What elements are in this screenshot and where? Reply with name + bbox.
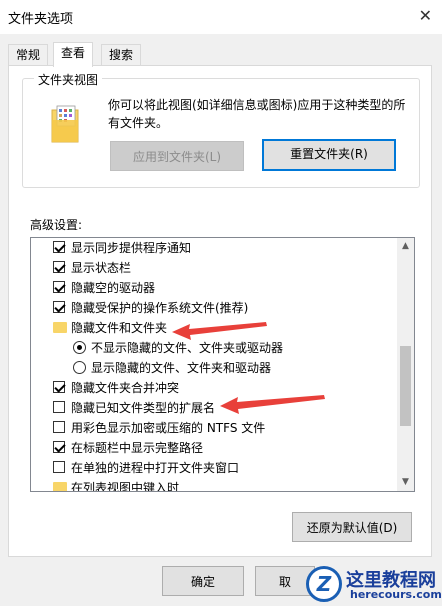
radio-button[interactable] (73, 361, 86, 374)
apply-to-folders-button[interactable]: 应用到文件夹(L) (110, 141, 244, 171)
list-item-label: 隐藏文件夹合并冲突 (71, 381, 180, 395)
restore-defaults-button[interactable]: 还原为默认值(D) (292, 512, 412, 542)
checkbox[interactable] (53, 281, 65, 293)
watermark-logo-icon: Z (306, 566, 342, 602)
checkbox[interactable] (53, 441, 65, 453)
list-item-label: 在单独的进程中打开文件夹窗口 (71, 461, 240, 475)
folder-views-legend: 文件夹视图 (34, 71, 103, 88)
list-item-label: 用彩色显示加密或压缩的 NTFS 文件 (71, 421, 266, 435)
checkbox[interactable] (53, 421, 65, 433)
list-item-label: 隐藏空的驱动器 (71, 281, 156, 295)
scroll-thumb[interactable] (400, 346, 411, 426)
list-item-label: 在标题栏中显示完整路径 (71, 441, 204, 455)
list-item-label: 显示同步提供程序通知 (71, 241, 192, 255)
checkbox[interactable] (53, 301, 65, 313)
window-title: 文件夹选项 (8, 12, 74, 27)
list-item-label: 隐藏受保护的操作系统文件(推荐) (71, 301, 249, 315)
list-item-label: 不显示隐藏的文件、文件夹或驱动器 (91, 341, 284, 355)
tab-general[interactable]: 常规 (8, 44, 49, 65)
ok-button[interactable]: 确定 (162, 566, 244, 596)
advanced-settings-label: 高级设置: (30, 218, 83, 232)
list-scrollbar[interactable]: ▲ ▼ (397, 238, 414, 491)
site-watermark: Z 这里教程网 herecours.com (300, 564, 442, 606)
list-item-label: 在列表视图中键入时 (71, 481, 180, 492)
checkbox[interactable] (53, 261, 65, 273)
radio-button[interactable] (73, 341, 86, 354)
close-icon[interactable]: ✕ (419, 6, 432, 25)
folder-views-description: 你可以将此视图(如详细信息或图标)应用于这种类型的所有文件夹。 (108, 98, 406, 130)
scroll-down-icon[interactable]: ▼ (397, 474, 414, 491)
folder-view-icon (51, 105, 79, 143)
title-bar: 文件夹选项 ✕ (0, 0, 442, 34)
advanced-settings-list: 显示同步提供程序通知 显示状态栏 隐藏空的驱动器 隐藏受保护的操作系统文件(推荐… (30, 237, 415, 492)
list-item-label: 隐藏已知文件类型的扩展名 (71, 401, 216, 415)
watermark-url: herecours.com (350, 588, 442, 601)
checkbox[interactable] (53, 381, 65, 393)
list-item-label: 显示状态栏 (71, 261, 132, 275)
checkbox[interactable] (53, 461, 65, 473)
reset-folders-button[interactable]: 重置文件夹(R) (262, 139, 396, 171)
checkbox[interactable] (53, 401, 65, 413)
list-item-label: 显示隐藏的文件、文件夹和驱动器 (91, 361, 272, 375)
tab-view[interactable]: 查看 (53, 42, 94, 67)
folder-icon (53, 482, 67, 491)
tab-strip: 常规 查看 搜索 (8, 42, 438, 67)
checkbox[interactable] (53, 241, 65, 253)
folder-icon (53, 322, 67, 333)
tab-search[interactable]: 搜索 (101, 44, 142, 65)
list-item-label: 隐藏文件和文件夹 (71, 321, 168, 335)
scroll-up-icon[interactable]: ▲ (397, 238, 414, 255)
